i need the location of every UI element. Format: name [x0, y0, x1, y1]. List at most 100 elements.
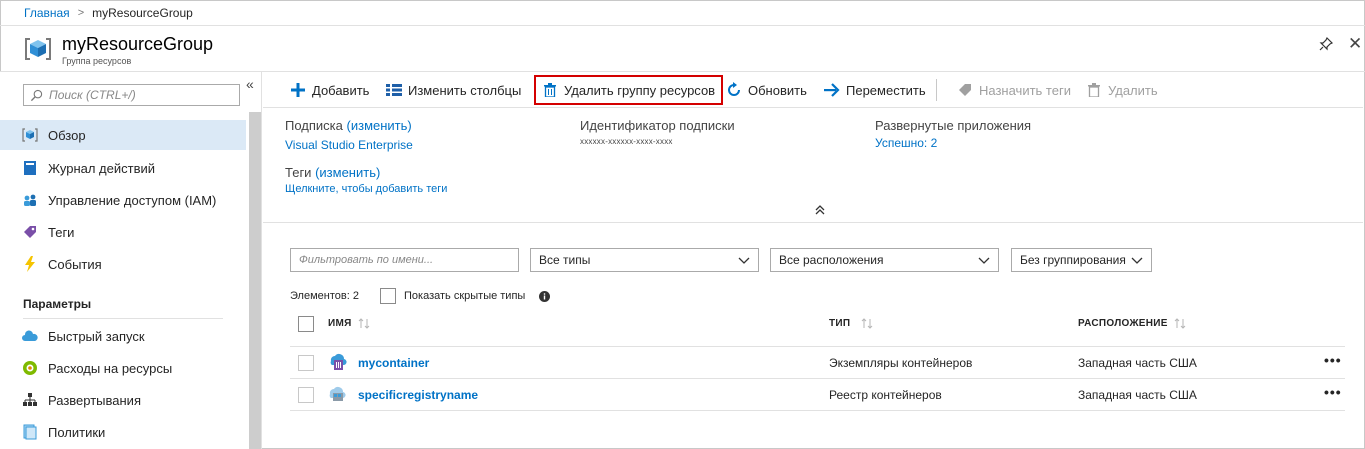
row-checkbox[interactable]	[298, 387, 314, 403]
sidebar-item-label: Политики	[48, 424, 106, 440]
more-options-icon[interactable]: •••	[1324, 352, 1342, 368]
iam-icon	[22, 192, 38, 208]
assign-tags-label: Назначить теги	[979, 82, 1071, 98]
resource-name-link[interactable]: specificregistryname	[358, 388, 478, 402]
subscription-label: Подписка	[285, 118, 343, 133]
filter-name-input[interactable]: Фильтровать по имени...	[290, 248, 519, 272]
sidebar-scrollbar[interactable]	[249, 112, 261, 449]
tags-label: Теги	[285, 165, 312, 180]
delete-resource-group-label: Удалить группу ресурсов	[564, 82, 716, 98]
sidebar-item-policies[interactable]: Политики	[0, 417, 246, 447]
resource-name-link[interactable]: mycontainer	[358, 356, 429, 370]
search-placeholder: Поиск (CTRL+/)	[49, 88, 136, 102]
columns-icon	[386, 82, 402, 98]
row-divider	[290, 410, 1345, 411]
command-bar: Добавить Изменить столбцы Удалить группу…	[263, 72, 1363, 108]
resource-group-icon	[25, 38, 51, 60]
add-button[interactable]: Добавить	[290, 72, 369, 108]
sidebar-item-label: Обзор	[48, 127, 86, 143]
edit-columns-label: Изменить столбцы	[408, 82, 522, 98]
trash-icon	[542, 82, 558, 98]
sort-icon[interactable]	[358, 318, 370, 329]
collapse-sidebar-icon[interactable]: «	[246, 76, 254, 92]
sidebar-item-quickstart[interactable]: Быстрый запуск	[0, 321, 246, 351]
more-options-icon[interactable]: •••	[1324, 384, 1342, 400]
search-icon	[30, 89, 43, 101]
sidebar-item-label: Управление доступом (IAM)	[48, 192, 217, 208]
grouping-dropdown-value: Без группирования	[1020, 253, 1126, 267]
trash-icon	[1086, 82, 1102, 98]
row-divider	[290, 378, 1345, 379]
info-icon[interactable]	[539, 291, 550, 302]
subscription-value-link[interactable]: Visual Studio Enterprise	[285, 138, 413, 152]
sort-icon[interactable]	[861, 318, 873, 329]
sidebar-item-cost[interactable]: Расходы на ресурсы	[0, 353, 246, 383]
grouping-dropdown[interactable]: Без группирования	[1011, 248, 1152, 272]
plus-icon	[290, 82, 306, 98]
refresh-label: Обновить	[748, 82, 807, 98]
essentials-divider	[263, 222, 1363, 223]
sidebar-item-deployments[interactable]: Развертывания	[0, 385, 246, 415]
delete-label: Удалить	[1108, 82, 1158, 98]
cost-icon	[22, 360, 38, 376]
show-hidden-types-checkbox[interactable]	[380, 288, 396, 304]
sidebar-item-activity-log[interactable]: Журнал действий	[0, 153, 246, 183]
edit-columns-button[interactable]: Изменить столбцы	[386, 72, 521, 108]
column-header-location[interactable]: РАСПОЛОЖЕНИЕ	[1078, 318, 1168, 329]
sidebar-section-settings: Параметры	[23, 297, 92, 311]
tag-icon	[957, 82, 973, 98]
items-count: Элементов: 2	[290, 290, 359, 302]
chevron-down-icon	[1131, 257, 1143, 264]
tags-change-link[interactable]: (изменить)	[315, 165, 380, 180]
delete-button[interactable]: Удалить	[1086, 72, 1158, 108]
cloud-icon	[22, 328, 38, 344]
sidebar-search-input[interactable]: Поиск (CTRL+/)	[23, 84, 240, 106]
close-icon[interactable]: ✕	[1348, 34, 1362, 54]
tag-icon	[22, 224, 38, 240]
column-header-name[interactable]: ИМЯ	[328, 318, 352, 329]
pin-icon[interactable]	[1318, 36, 1334, 52]
breadcrumb-separator: >	[77, 6, 85, 19]
sidebar-item-events[interactable]: События	[0, 249, 246, 279]
chevron-down-icon	[738, 257, 750, 264]
resource-type: Реестр контейнеров	[829, 388, 942, 402]
types-dropdown[interactable]: Все типы	[530, 248, 759, 272]
sidebar-item-tags[interactable]: Теги	[0, 217, 246, 247]
row-checkbox[interactable]	[298, 355, 314, 371]
sort-icon[interactable]	[1174, 318, 1186, 329]
deployments-value-link[interactable]: Успешно: 2	[875, 136, 937, 150]
resource-group-icon	[22, 127, 38, 143]
sidebar-item-iam[interactable]: Управление доступом (IAM)	[0, 185, 246, 215]
activity-log-icon	[22, 160, 38, 176]
page-title: myResourceGroup	[62, 34, 214, 54]
blade-header: myResourceGroup Группа ресурсов ✕	[0, 26, 1365, 72]
locations-dropdown-value: Все расположения	[779, 253, 884, 267]
column-header-type[interactable]: ТИП	[829, 318, 850, 329]
filter-name-placeholder: Фильтровать по имени...	[299, 254, 434, 266]
types-dropdown-value: Все типы	[539, 253, 591, 267]
assign-tags-button[interactable]: Назначить теги	[957, 72, 1071, 108]
add-tags-link[interactable]: Щелкните, чтобы добавить теги	[285, 183, 447, 195]
deployments-icon	[22, 392, 38, 408]
subscription-id-label: Идентификатор подписки	[580, 118, 735, 133]
sidebar-item-label: Журнал действий	[48, 160, 156, 176]
locations-dropdown[interactable]: Все расположения	[770, 248, 999, 272]
breadcrumb-home-link[interactable]: Главная	[24, 6, 70, 20]
refresh-button[interactable]: Обновить	[726, 72, 807, 108]
sidebar-item-overview[interactable]: Обзор	[0, 120, 246, 150]
delete-resource-group-button[interactable]: Удалить группу ресурсов	[534, 75, 724, 105]
subscription-label-row: Подписка (изменить)	[285, 118, 412, 133]
move-label: Переместить	[846, 82, 926, 98]
table-header-divider	[290, 346, 1345, 347]
subscription-change-link[interactable]: (изменить)	[347, 118, 412, 133]
sidebar-item-label: Развертывания	[48, 392, 141, 408]
move-button[interactable]: Переместить	[824, 72, 926, 108]
container-registry-icon	[329, 387, 346, 401]
toolbar-divider	[936, 79, 937, 101]
resource-location: Западная часть США	[1078, 388, 1197, 402]
select-all-checkbox[interactable]	[298, 316, 314, 332]
container-instances-icon	[330, 354, 347, 370]
collapse-essentials-icon[interactable]	[814, 204, 826, 216]
sidebar-item-label: Теги	[48, 224, 75, 240]
sidebar-item-label: Расходы на ресурсы	[48, 360, 173, 376]
